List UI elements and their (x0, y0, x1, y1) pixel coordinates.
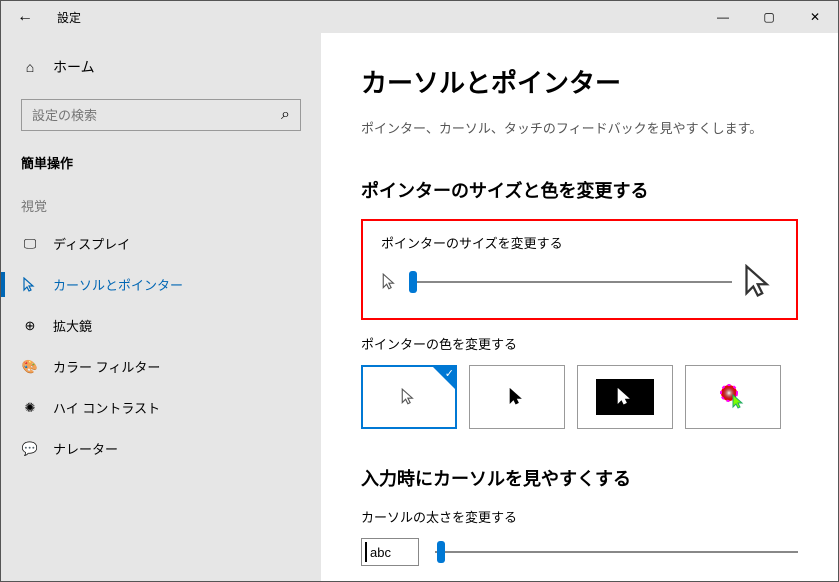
pointer-size-slider[interactable] (409, 270, 732, 294)
check-icon (433, 367, 455, 389)
pointer-size-label: ポインターのサイズを変更する (381, 233, 778, 252)
close-button[interactable]: ✕ (792, 1, 838, 33)
sidebar-item-label: ハイ コントラスト (53, 398, 160, 417)
minimize-button[interactable]: — (700, 1, 746, 33)
sidebar-item-color-filters[interactable]: 🎨 カラー フィルター (1, 346, 321, 387)
slider-thumb[interactable] (437, 541, 445, 563)
back-button[interactable]: ← (1, 1, 49, 33)
maximize-button[interactable]: ▢ (746, 1, 792, 33)
window-controls: — ▢ ✕ (700, 1, 838, 33)
cursor-thickness-label: カーソルの太さを変更する (361, 507, 798, 526)
cursor-icon (21, 277, 39, 293)
large-cursor-icon (742, 264, 778, 300)
narrator-icon: 💬 (21, 441, 39, 457)
pointer-color-black[interactable] (469, 365, 565, 429)
search-input[interactable] (32, 108, 281, 123)
white-cursor-icon (400, 388, 418, 406)
cursor-preview-text: abc (370, 545, 391, 560)
sidebar-item-label: ナレーター (53, 439, 118, 458)
search-box[interactable]: ⌕ (21, 99, 301, 131)
palette-icon: 🎨 (21, 359, 39, 375)
page-desc: ポインター、カーソル、タッチのフィードバックを見やすくします。 (361, 118, 798, 137)
cursor-preview-box: abc (361, 538, 419, 566)
home-link[interactable]: ⌂ ホーム (1, 47, 321, 87)
sidebar: ⌂ ホーム ⌕ 簡単操作 視覚 🖵 ディスプレイ カーソルとポインター ⊕ 拡大… (1, 33, 321, 581)
monitor-icon: 🖵 (21, 236, 39, 252)
titlebar: ← 設定 — ▢ ✕ (1, 1, 838, 33)
sidebar-item-label: 拡大鏡 (53, 316, 92, 335)
pointer-color-options (361, 365, 798, 429)
home-label: ホーム (53, 57, 95, 77)
pointer-color-inverted[interactable] (577, 365, 673, 429)
slider-track (435, 551, 798, 553)
cursor-thickness-slider[interactable] (435, 540, 798, 564)
inverted-cursor-icon (616, 388, 634, 406)
window-title: 設定 (57, 9, 81, 26)
slider-track (409, 281, 732, 283)
category-title: 簡単操作 (1, 143, 321, 182)
pointer-color-custom[interactable] (685, 365, 781, 429)
small-cursor-icon (381, 273, 399, 291)
magnifier-icon: ⊕ (21, 318, 39, 334)
sidebar-item-label: カーソルとポインター (53, 275, 183, 294)
main-content: カーソルとポインター ポインター、カーソル、タッチのフィードバックを見やすくしま… (321, 33, 838, 581)
search-icon: ⌕ (281, 106, 290, 124)
pointer-size-slider-row (381, 264, 778, 300)
page-title: カーソルとポインター (361, 63, 798, 100)
section-pointer-size-color: ポインターのサイズと色を変更する (361, 177, 798, 203)
sidebar-item-magnifier[interactable]: ⊕ 拡大鏡 (1, 305, 321, 346)
sidebar-item-cursor-pointer[interactable]: カーソルとポインター (1, 264, 321, 305)
black-cursor-icon (508, 388, 526, 406)
inverted-bg (596, 379, 654, 415)
section-cursor-visibility: 入力時にカーソルを見やすくする (361, 465, 798, 491)
sidebar-item-label: カラー フィルター (53, 357, 160, 376)
cursor-thickness-row: abc (361, 538, 798, 566)
contrast-icon: ✺ (21, 400, 39, 416)
slider-thumb[interactable] (409, 271, 417, 293)
pointer-color-white[interactable] (361, 365, 457, 429)
home-icon: ⌂ (21, 59, 39, 75)
color-wheel-icon (719, 383, 747, 411)
pointer-color-label: ポインターの色を変更する (361, 334, 798, 353)
sidebar-item-narrator[interactable]: 💬 ナレーター (1, 428, 321, 469)
sidebar-item-display[interactable]: 🖵 ディスプレイ (1, 223, 321, 264)
pointer-size-highlight: ポインターのサイズを変更する (361, 219, 798, 320)
group-title: 視覚 (1, 182, 321, 223)
sidebar-item-label: ディスプレイ (53, 234, 130, 253)
sidebar-item-high-contrast[interactable]: ✺ ハイ コントラスト (1, 387, 321, 428)
